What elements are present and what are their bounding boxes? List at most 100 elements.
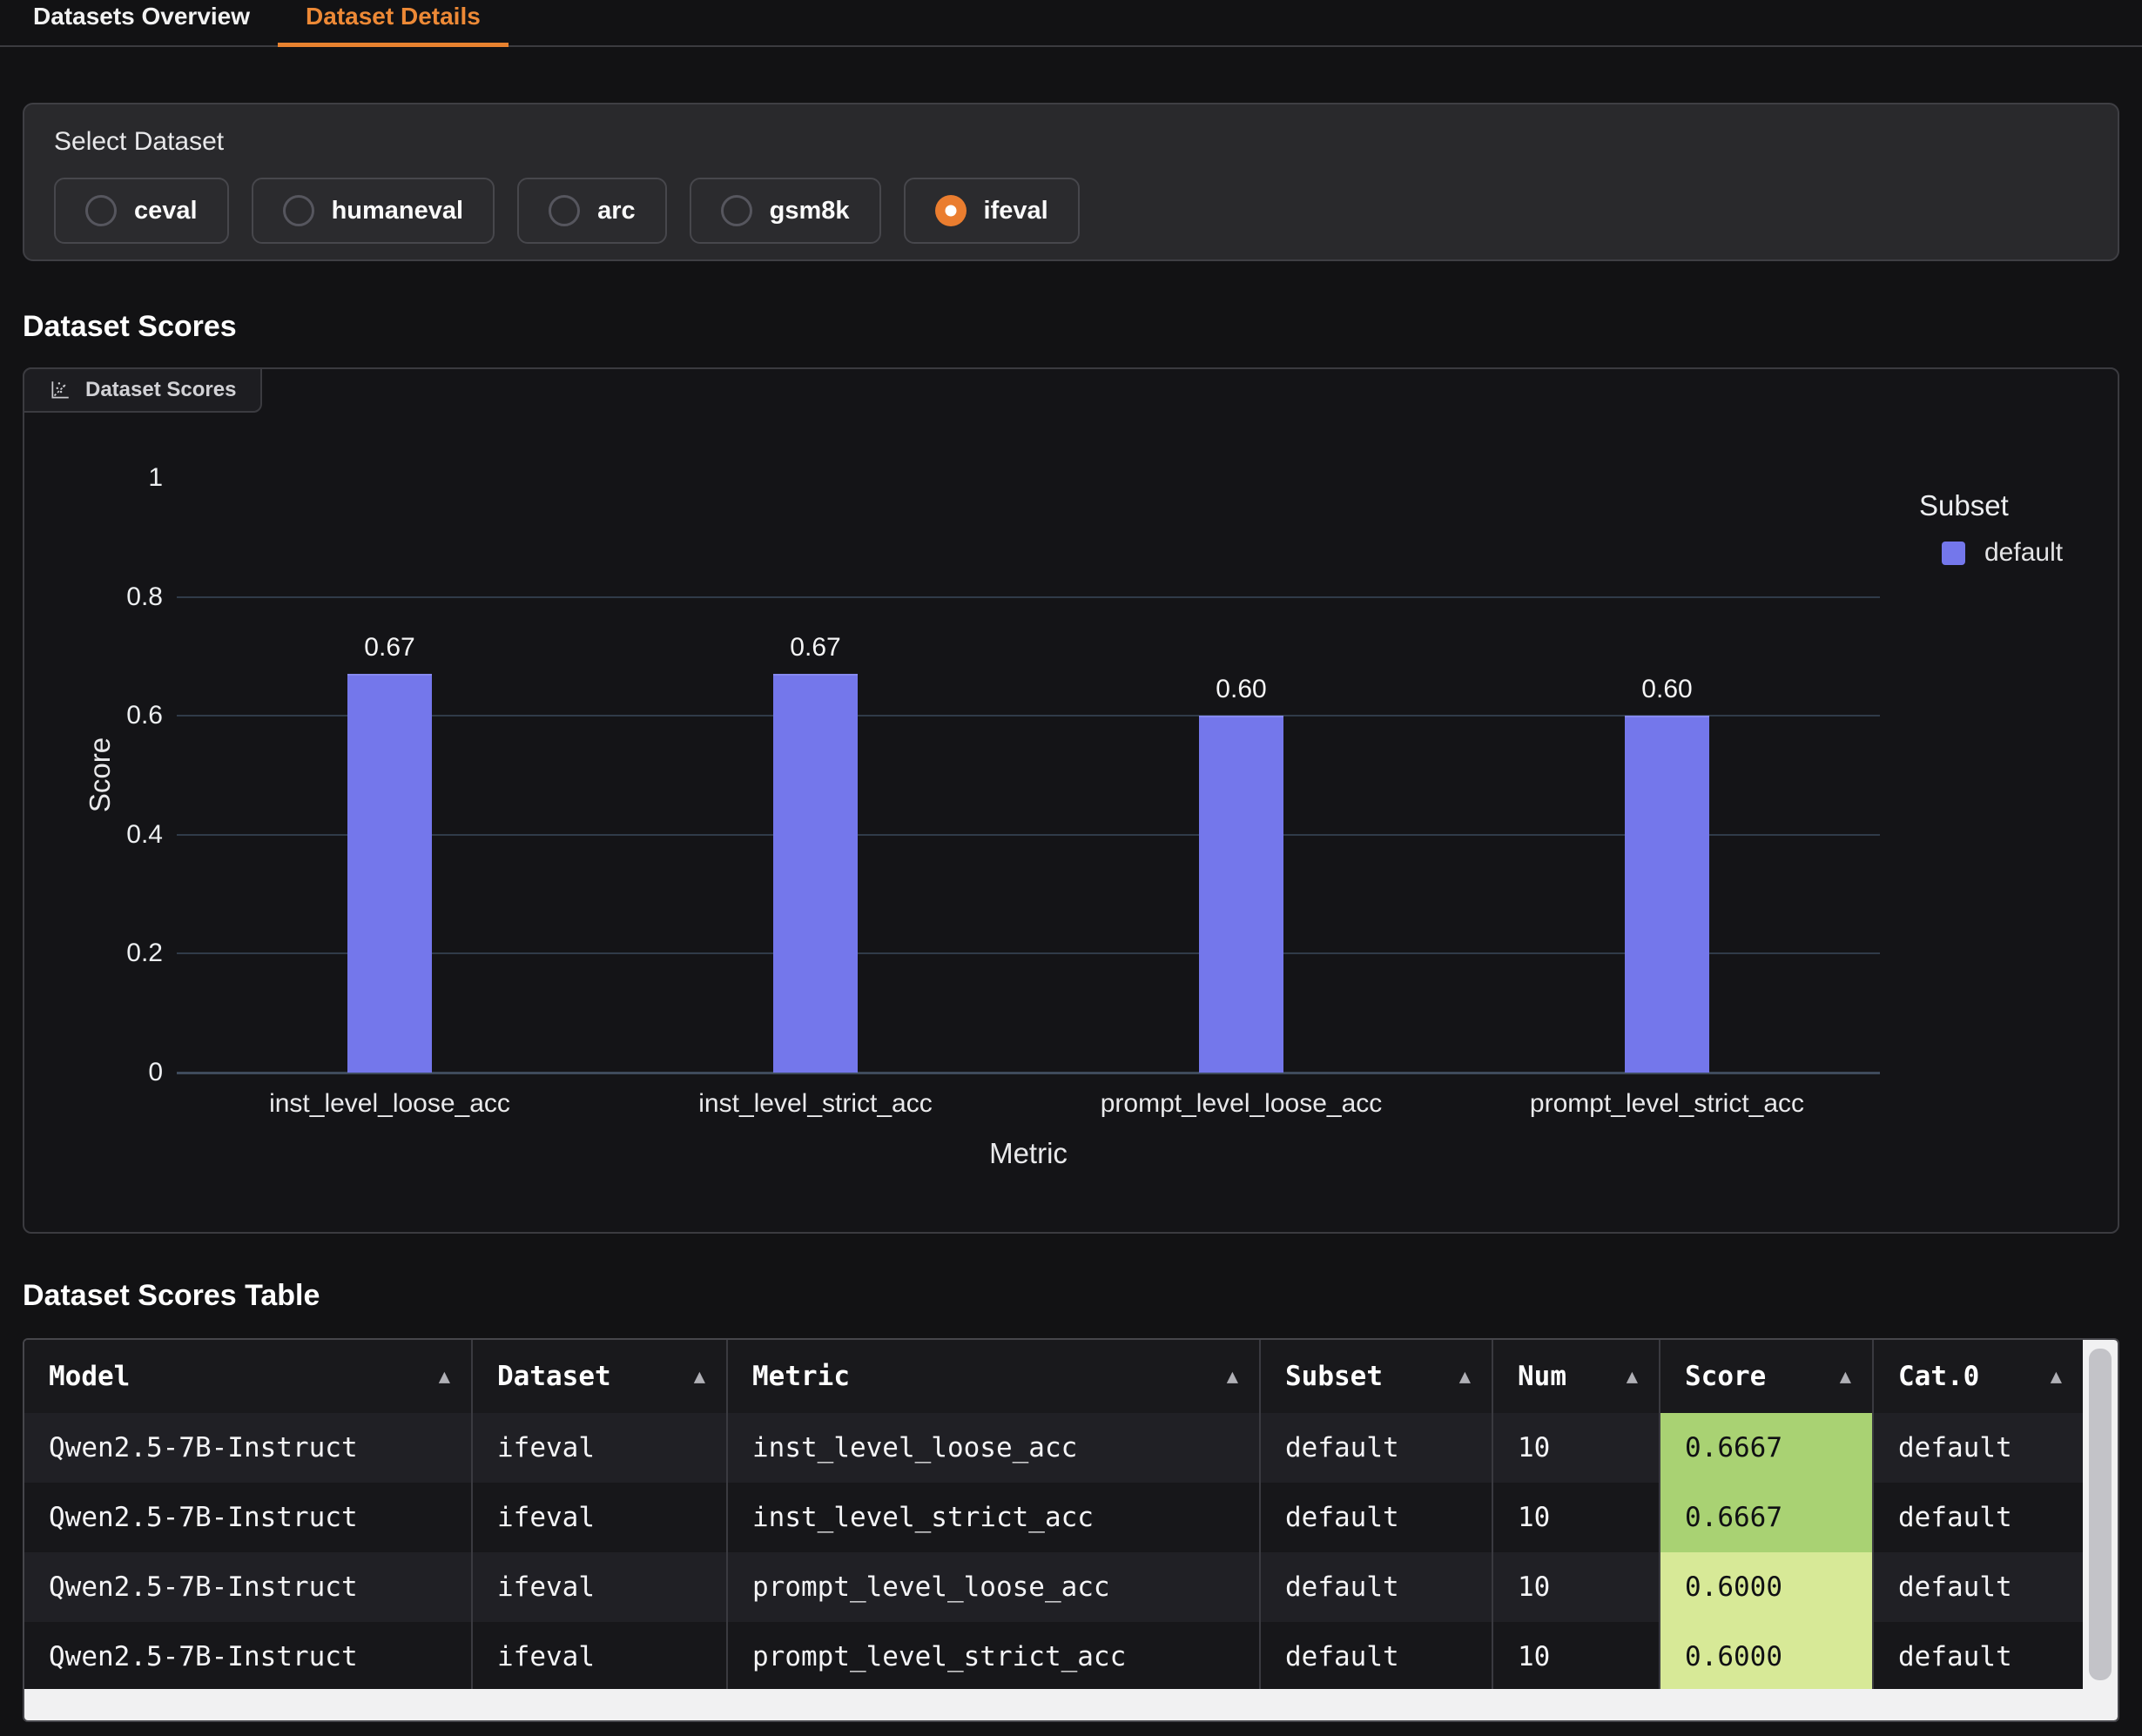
radio-option-ifeval[interactable]: ifeval [904,178,1080,244]
cell-metric[interactable]: inst_level_loose_acc [728,1413,1261,1483]
cell-score[interactable]: 0.6000 [1660,1622,1874,1692]
chart-bar-prompt_level_loose_acc[interactable] [1199,716,1283,1073]
dataset-radio-group: ceval humaneval arc gsm8k ifeval [54,178,2088,244]
cell-metric[interactable]: inst_level_strict_acc [728,1483,1261,1552]
table-row: Qwen2.5-7B-Instructifevalprompt_level_lo… [24,1552,2083,1622]
tab-dataset-details[interactable]: Dataset Details [278,0,509,47]
column-header-label: Subset [1285,1361,1383,1392]
bar-value-label: 0.67 [303,630,477,665]
bar-value-label: 0.60 [1580,672,1755,707]
dataset-scores-chart-panel: Dataset Scores Score Subset default Metr… [23,367,2119,1234]
cell-score[interactable]: 0.6667 [1660,1483,1874,1552]
chart-label-text: Dataset Scores [85,378,236,402]
sort-ascending-icon[interactable]: ▲ [694,1366,705,1388]
sort-ascending-icon[interactable]: ▲ [2051,1366,2062,1388]
vertical-scrollbar-thumb[interactable] [2089,1349,2112,1680]
x-axis-tick-label: inst_level_strict_acc [603,1087,1028,1121]
cell-subset[interactable]: default [1261,1622,1493,1692]
table-body: Qwen2.5-7B-Instructifevalinst_level_loos… [24,1413,2083,1692]
legend-label: default [1984,538,2063,568]
sort-ascending-icon[interactable]: ▲ [1227,1366,1238,1388]
column-header-subset[interactable]: Subset ▲ [1261,1340,1493,1413]
cell-num[interactable]: 10 [1493,1413,1660,1483]
chart-bar-inst_level_strict_acc[interactable] [773,674,858,1073]
y-axis-tick-label: 0.8 [50,580,163,615]
x-axis-tick-label: prompt_level_loose_acc [1028,1087,1454,1121]
y-axis-tick-label: 0.4 [50,818,163,852]
chart-label-tab: Dataset Scores [23,367,262,413]
tab-bar: Datasets OverviewDataset Details [0,0,2142,47]
radio-option-ceval[interactable]: ceval [54,178,229,244]
cell-score[interactable]: 0.6000 [1660,1552,1874,1622]
horizontal-scrollbar[interactable] [24,1689,2083,1720]
dataset-scores-heading: Dataset Scores [23,308,2119,345]
column-header-dataset[interactable]: Dataset ▲ [473,1340,728,1413]
radio-option-label: gsm8k [770,197,850,225]
column-header-metric[interactable]: Metric ▲ [728,1340,1261,1413]
select-dataset-panel: Select Dataset ceval humaneval arc gsm8k ife… [23,103,2119,261]
y-axis-tick-label: 0 [50,1055,163,1090]
radio-unselected-icon [549,195,580,226]
radio-unselected-icon [85,195,117,226]
sort-ascending-icon[interactable]: ▲ [1459,1366,1471,1388]
cell-num[interactable]: 10 [1493,1552,1660,1622]
sort-ascending-icon[interactable]: ▲ [439,1366,450,1388]
cell-model[interactable]: Qwen2.5-7B-Instruct [24,1413,473,1483]
dataset-scores-table: Model▲Dataset▲Metric▲Subset▲Num▲Score▲Ca… [23,1338,2119,1722]
cell-dataset[interactable]: ifeval [473,1622,728,1692]
column-header-label: Cat.0 [1898,1361,1979,1392]
radio-unselected-icon [283,195,314,226]
cell-dataset[interactable]: ifeval [473,1413,728,1483]
cell-cat0[interactable]: default [1874,1483,2083,1552]
y-axis-tick-label: 1 [50,461,163,495]
radio-option-arc[interactable]: arc [517,178,667,244]
radio-selected-icon [935,195,967,226]
column-header-label: Score [1685,1361,1766,1392]
cell-num[interactable]: 10 [1493,1622,1660,1692]
y-axis-tick-label: 0.2 [50,936,163,971]
cell-cat0[interactable]: default [1874,1413,2083,1483]
sort-ascending-icon[interactable]: ▲ [1627,1366,1638,1388]
column-header-num[interactable]: Num▲ [1493,1340,1660,1413]
chart-legend: Subset default [1919,489,2063,568]
column-header-label: Metric [752,1361,850,1392]
cell-model[interactable]: Qwen2.5-7B-Instruct [24,1622,473,1692]
cell-dataset[interactable]: ifeval [473,1552,728,1622]
gridline [177,596,1880,598]
cell-subset[interactable]: default [1261,1413,1493,1483]
dataset-scores-table-heading: Dataset Scores Table [23,1277,2119,1314]
radio-option-label: ifeval [984,197,1048,225]
column-header-model[interactable]: Model ▲ [24,1340,473,1413]
chart-bar-prompt_level_strict_acc[interactable] [1625,716,1709,1073]
cell-score[interactable]: 0.6667 [1660,1413,1874,1483]
column-header-label: Dataset [497,1361,611,1392]
cell-dataset[interactable]: ifeval [473,1483,728,1552]
cell-cat0[interactable]: default [1874,1552,2083,1622]
column-header-score[interactable]: Score ▲ [1660,1340,1874,1413]
x-axis-tick-label: inst_level_loose_acc [177,1087,603,1121]
cell-subset[interactable]: default [1261,1552,1493,1622]
table-header-row: Model▲Dataset▲Metric▲Subset▲Num▲Score▲Ca… [24,1340,2083,1413]
cell-model[interactable]: Qwen2.5-7B-Instruct [24,1483,473,1552]
cell-subset[interactable]: default [1261,1483,1493,1552]
chart-bar-inst_level_loose_acc[interactable] [347,674,432,1073]
bar-value-label: 0.67 [729,630,903,665]
tab-datasets-overview[interactable]: Datasets Overview [5,0,278,47]
select-dataset-label: Select Dataset [54,127,2088,157]
table-row: Qwen2.5-7B-Instructifevalprompt_level_st… [24,1622,2083,1692]
scatter-chart-icon [49,379,71,401]
radio-option-humaneval[interactable]: humaneval [252,178,495,244]
cell-metric[interactable]: prompt_level_loose_acc [728,1552,1261,1622]
cell-model[interactable]: Qwen2.5-7B-Instruct [24,1552,473,1622]
column-header-label: Model [49,1361,130,1392]
x-axis-tick-label: prompt_level_strict_acc [1454,1087,1880,1121]
radio-option-label: arc [597,197,636,225]
cell-num[interactable]: 10 [1493,1483,1660,1552]
sort-ascending-icon[interactable]: ▲ [1840,1366,1851,1388]
vertical-scrollbar[interactable] [2083,1340,2118,1720]
legend-entry: default [1942,538,2063,568]
radio-option-gsm8k[interactable]: gsm8k [690,178,881,244]
column-header-cat-0[interactable]: Cat.0 ▲ [1874,1340,2083,1413]
cell-metric[interactable]: prompt_level_strict_acc [728,1622,1261,1692]
cell-cat0[interactable]: default [1874,1622,2083,1692]
